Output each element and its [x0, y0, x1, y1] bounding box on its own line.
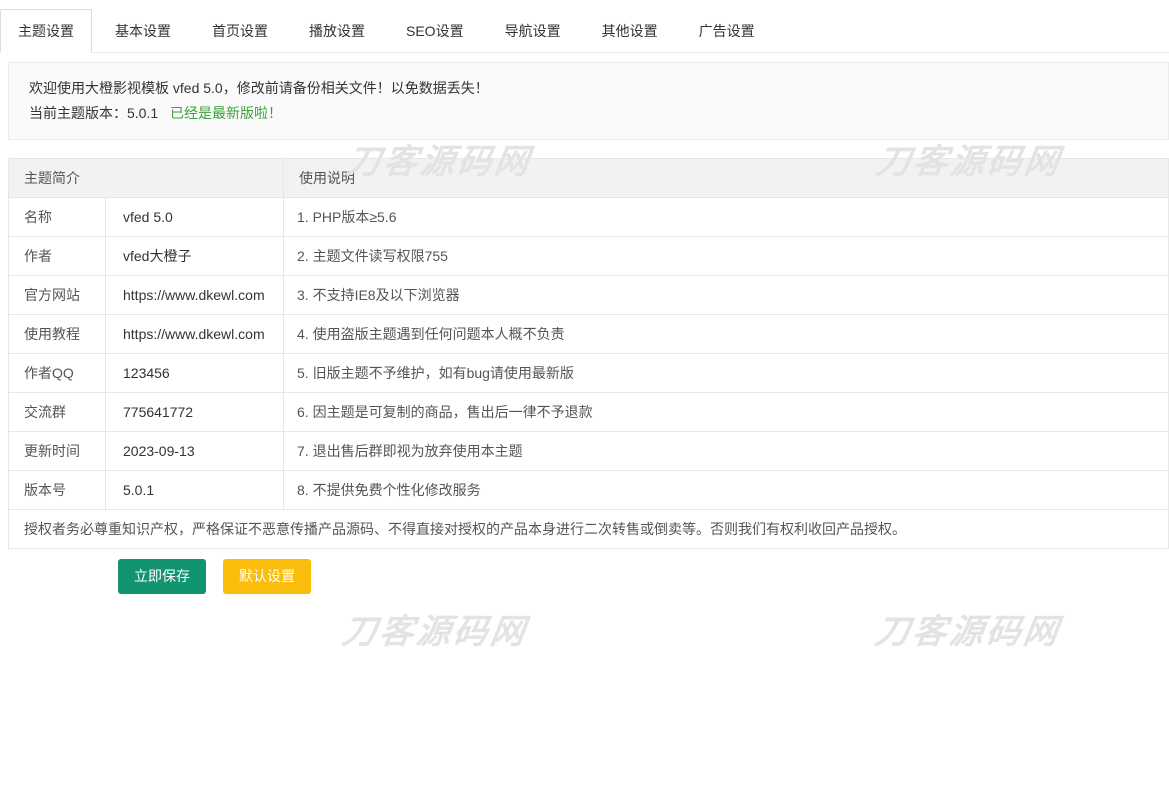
save-button[interactable]: 立即保存 [118, 559, 206, 594]
info-value: 2023-09-13 [106, 432, 284, 471]
tab-theme[interactable]: 主题设置 [0, 9, 92, 53]
tab-ad[interactable]: 广告设置 [681, 9, 773, 53]
info-label: 使用教程 [9, 315, 106, 354]
info-label: 版本号 [9, 471, 106, 510]
usage-item: 4. 使用盗版主题遇到任何问题本人概不负责 [284, 315, 1169, 354]
usage-item: 6. 因主题是可复制的商品，售出后一律不予退款 [284, 393, 1169, 432]
info-label: 作者QQ [9, 354, 106, 393]
table-footer-row: 授权者务必尊重知识产权，严格保证不恶意传播产品源码、不得直接对授权的产品本身进行… [9, 510, 1169, 549]
info-value: vfed 5.0 [106, 198, 284, 237]
table-row: 更新时间2023-09-137. 退出售后群即视为放弃使用本主题 [9, 432, 1169, 471]
license-notice-text: 授权者务必尊重知识产权，严格保证不恶意传播产品源码、不得直接对授权的产品本身进行… [9, 510, 1169, 549]
info-value: https://www.dkewl.com [106, 315, 284, 354]
tab-play[interactable]: 播放设置 [291, 9, 383, 53]
table-row: 作者vfed大橙子2. 主题文件读写权限755 [9, 237, 1169, 276]
info-value: https://www.dkewl.com [106, 276, 284, 315]
info-label: 作者 [9, 237, 106, 276]
info-value: 775641772 [106, 393, 284, 432]
site-watermark: 刀客源码网 [873, 604, 1065, 653]
usage-item: 1. PHP版本≥5.6 [284, 198, 1169, 237]
info-table-body: 名称vfed 5.01. PHP版本≥5.6作者vfed大橙子2. 主题文件读写… [9, 198, 1169, 510]
usage-item: 2. 主题文件读写权限755 [284, 237, 1169, 276]
table-row: 官方网站https://www.dkewl.com3. 不支持IE8及以下浏览器 [9, 276, 1169, 315]
usage-item: 5. 旧版主题不予维护，如有bug请使用最新版 [284, 354, 1169, 393]
tab-nav[interactable]: 导航设置 [487, 9, 579, 53]
intro-column-header: 主题简介 [9, 159, 284, 198]
site-watermark: 刀客源码网 [340, 604, 532, 653]
tab-home[interactable]: 首页设置 [194, 9, 286, 53]
info-label: 交流群 [9, 393, 106, 432]
usage-column-header: 使用说明 [284, 159, 1169, 198]
tab-other[interactable]: 其他设置 [584, 9, 676, 53]
usage-item: 8. 不提供免费个性化修改服务 [284, 471, 1169, 510]
table-row: 版本号5.0.18. 不提供免费个性化修改服务 [9, 471, 1169, 510]
info-label: 更新时间 [9, 432, 106, 471]
version-status-text: 已经是最新版啦！ [170, 105, 282, 121]
usage-item: 3. 不支持IE8及以下浏览器 [284, 276, 1169, 315]
action-button-row: 立即保存 默认设置 [118, 559, 1169, 594]
tab-bar: 主题设置基本设置首页设置播放设置SEO设置导航设置其他设置广告设置 [0, 0, 1169, 53]
default-settings-button[interactable]: 默认设置 [223, 559, 311, 594]
info-value: 5.0.1 [106, 471, 284, 510]
table-row: 作者QQ1234565. 旧版主题不予维护，如有bug请使用最新版 [9, 354, 1169, 393]
info-label: 官方网站 [9, 276, 106, 315]
table-row: 交流群7756417726. 因主题是可复制的商品，售出后一律不予退款 [9, 393, 1169, 432]
info-value: vfed大橙子 [106, 237, 284, 276]
info-value: 123456 [106, 354, 284, 393]
tab-seo[interactable]: SEO设置 [388, 9, 482, 53]
usage-item: 7. 退出售后群即视为放弃使用本主题 [284, 432, 1169, 471]
current-version-label: 当前主题版本：5.0.1 [29, 105, 158, 121]
theme-info-section: 主题简介 使用说明 名称vfed 5.01. PHP版本≥5.6作者vfed大橙… [8, 158, 1169, 549]
theme-info-table: 主题简介 使用说明 名称vfed 5.01. PHP版本≥5.6作者vfed大橙… [8, 158, 1169, 549]
table-row: 使用教程https://www.dkewl.com4. 使用盗版主题遇到任何问题… [9, 315, 1169, 354]
table-row: 名称vfed 5.01. PHP版本≥5.6 [9, 198, 1169, 237]
notice-box: 欢迎使用大橙影视模板 vfed 5.0，修改前请备份相关文件！以免数据丢失！ 当… [8, 62, 1169, 140]
table-header-row: 主题简介 使用说明 [9, 159, 1169, 198]
notice-line-welcome: 欢迎使用大橙影视模板 vfed 5.0，修改前请备份相关文件！以免数据丢失！ [29, 76, 1148, 101]
tab-basic[interactable]: 基本设置 [97, 9, 189, 53]
info-label: 名称 [9, 198, 106, 237]
notice-line-version: 当前主题版本：5.0.1 已经是最新版啦！ [29, 101, 1148, 126]
